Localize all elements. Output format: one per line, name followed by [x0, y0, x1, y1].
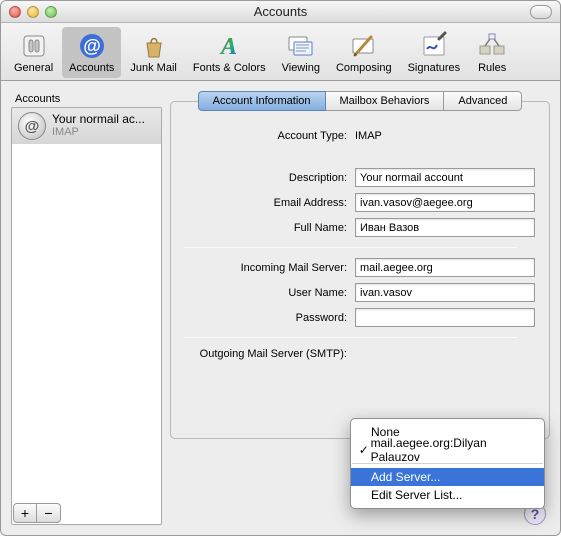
- smtp-menu-edit-list[interactable]: Edit Server List...: [351, 486, 544, 504]
- account-row[interactable]: @ Your normail ac... IMAP: [12, 108, 161, 144]
- at-sign-icon: @: [76, 30, 108, 62]
- tab-account-information[interactable]: Account Information: [198, 91, 326, 111]
- tab-advanced[interactable]: Advanced: [443, 91, 522, 111]
- toolbar-general-label: General: [14, 62, 53, 74]
- sidebar-header: Accounts: [11, 91, 162, 107]
- tab-mailbox-behaviors[interactable]: Mailbox Behaviors: [326, 91, 444, 111]
- remove-account-button[interactable]: −: [37, 503, 61, 523]
- account-info-panel: Account Type: IMAP Description: Email Ad…: [170, 101, 550, 439]
- toolbar: General @ Accounts Junk Mail AA Fonts & …: [1, 23, 560, 81]
- email-label: Email Address:: [185, 197, 355, 209]
- content-area: Accounts @ Your normail ac... IMAP Accou…: [1, 81, 560, 535]
- toolbar-composing[interactable]: Composing: [329, 27, 399, 78]
- password-label: Password:: [185, 312, 355, 324]
- viewing-icon: [285, 30, 317, 62]
- at-sign-icon: @: [18, 112, 46, 140]
- password-input[interactable]: [355, 308, 535, 327]
- account-row-text: Your normail ac... IMAP: [52, 112, 145, 140]
- checkmark-icon: ✓: [357, 443, 371, 457]
- smtp-label: Outgoing Mail Server (SMTP):: [185, 348, 355, 360]
- preferences-window: Accounts General @ Accounts Junk Mail AA: [0, 0, 561, 536]
- smtp-menu-selected-server[interactable]: ✓ mail.aegee.org:Dilyan Palauzov: [351, 441, 544, 459]
- toolbar-signatures[interactable]: Signatures: [401, 27, 468, 78]
- email-input[interactable]: [355, 193, 535, 212]
- signature-icon: [418, 30, 450, 62]
- toolbar-rules-label: Rules: [478, 62, 506, 74]
- toolbar-fonts-label: Fonts & Colors: [193, 62, 266, 74]
- switch-icon: [18, 30, 50, 62]
- smtp-menu-selected-label: mail.aegee.org:Dilyan Palauzov: [371, 436, 534, 464]
- toolbar-fonts[interactable]: AA Fonts & Colors: [186, 27, 273, 78]
- separator: [184, 247, 517, 248]
- sidebar: Accounts @ Your normail ac... IMAP: [11, 91, 162, 525]
- junk-bag-icon: [138, 30, 170, 62]
- toolbar-accounts[interactable]: @ Accounts: [62, 27, 121, 78]
- toolbar-accounts-label: Accounts: [69, 62, 114, 74]
- smtp-menu-add-server[interactable]: Add Server...: [351, 468, 544, 486]
- compose-icon: [348, 30, 380, 62]
- add-remove-controls: + −: [13, 495, 61, 523]
- tab-bar: Account Information Mailbox Behaviors Ad…: [170, 91, 550, 111]
- toolbar-viewing[interactable]: Viewing: [275, 27, 327, 78]
- smtp-server-menu[interactable]: None ✓ mail.aegee.org:Dilyan Palauzov Ad…: [350, 418, 545, 509]
- fullname-input[interactable]: [355, 218, 535, 237]
- incoming-label: Incoming Mail Server:: [185, 262, 355, 274]
- add-account-button[interactable]: +: [13, 503, 37, 523]
- toolbar-rules[interactable]: Rules: [469, 27, 515, 78]
- description-label: Description:: [185, 172, 355, 184]
- username-input[interactable]: [355, 283, 535, 302]
- account-type: IMAP: [52, 126, 145, 138]
- toolbar-general[interactable]: General: [7, 27, 60, 78]
- svg-text:A: A: [219, 34, 237, 60]
- account-type-label: Account Type:: [185, 130, 355, 142]
- fonts-icon: AA: [213, 30, 245, 62]
- smtp-menu-add-label: Add Server...: [371, 470, 440, 484]
- account-type-value: IMAP: [355, 130, 535, 142]
- separator: [184, 337, 517, 338]
- toolbar-viewing-label: Viewing: [282, 62, 320, 74]
- rules-icon: [476, 30, 508, 62]
- toolbar-junk[interactable]: Junk Mail: [123, 27, 183, 78]
- account-name: Your normail ac...: [52, 112, 145, 126]
- fullname-label: Full Name:: [185, 222, 355, 234]
- toolbar-composing-label: Composing: [336, 62, 392, 74]
- toolbar-junk-label: Junk Mail: [130, 62, 176, 74]
- accounts-list[interactable]: @ Your normail ac... IMAP: [11, 107, 162, 525]
- username-label: User Name:: [185, 287, 355, 299]
- incoming-server-input[interactable]: [355, 258, 535, 277]
- svg-text:@: @: [83, 36, 101, 56]
- smtp-menu-edit-label: Edit Server List...: [371, 488, 462, 502]
- toolbar-toggle-button[interactable]: [530, 5, 552, 19]
- description-input[interactable]: [355, 168, 535, 187]
- titlebar: Accounts: [1, 1, 560, 23]
- window-title: Accounts: [1, 4, 560, 19]
- toolbar-signatures-label: Signatures: [408, 62, 461, 74]
